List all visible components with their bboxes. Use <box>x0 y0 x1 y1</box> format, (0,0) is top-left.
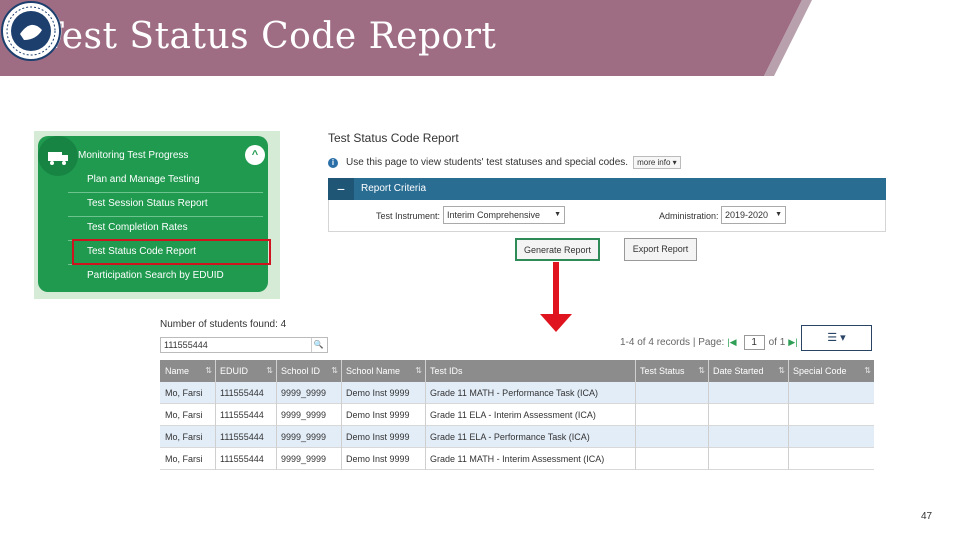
chevron-down-icon: ▼ <box>554 211 561 218</box>
collapse-criteria-icon[interactable]: − <box>328 178 354 200</box>
table-row[interactable]: Mo, Farsi 111555444 9999_9999 Demo Inst … <box>160 382 874 404</box>
report-criteria-body: Test Instrument: Interim Comprehensive ▼… <box>328 200 886 232</box>
menu-item-session-status[interactable]: Test Session Status Report <box>68 193 263 217</box>
down-arrow-icon <box>540 262 572 332</box>
cell-test-id: Grade 11 MATH - Performance Task (ICA) <box>430 388 599 398</box>
sort-icon[interactable]: ⇅ <box>331 360 338 382</box>
column-divider <box>425 360 426 470</box>
column-header-school-id[interactable]: School ID ⇅ <box>276 360 341 382</box>
column-divider <box>635 360 636 470</box>
export-report-button[interactable]: Export Report <box>624 238 697 261</box>
column-header-label: Name <box>165 366 190 376</box>
first-page-icon[interactable]: |◀ <box>727 337 736 348</box>
column-header-test-ids[interactable]: Test IDs <box>425 360 635 382</box>
column-header-label: Test IDs <box>430 366 463 376</box>
criteria-label: Report Criteria <box>361 183 427 194</box>
search-icon[interactable]: 🔍 <box>311 338 325 352</box>
cell-school-name: Demo Inst 9999 <box>346 454 410 464</box>
report-criteria-header[interactable]: − Report Criteria <box>328 178 886 200</box>
report-title: Test Status Code Report <box>328 131 459 145</box>
menu-screenshot: Monitoring Test Progress ^ Plan and Mana… <box>34 131 280 299</box>
column-header-label: EDUID <box>220 366 249 376</box>
cell-school-id: 9999_9999 <box>281 388 327 398</box>
table-row[interactable]: Mo, Farsi 111555444 9999_9999 Demo Inst … <box>160 448 874 470</box>
chevron-down-icon: ▼ <box>775 211 782 218</box>
columns-menu-button[interactable]: ☰ ▾ <box>801 325 872 351</box>
state-seal-icon <box>1 1 61 61</box>
highlight-box <box>72 239 271 265</box>
column-header-special-code[interactable]: Special Code ⇅ <box>788 360 874 382</box>
table-row[interactable]: Mo, Farsi 111555444 9999_9999 Demo Inst … <box>160 404 874 426</box>
column-header-name[interactable]: Name ⇅ <box>160 360 215 382</box>
table-row[interactable]: Mo, Farsi 111555444 9999_9999 Demo Inst … <box>160 426 874 448</box>
generate-report-button[interactable]: Generate Report <box>515 238 600 261</box>
info-row: i Use this page to view students' test s… <box>328 156 681 169</box>
info-text: Use this page to view students' test sta… <box>346 157 629 168</box>
cell-test-id: Grade 11 ELA - Interim Assessment (ICA) <box>430 410 596 420</box>
column-header-school-name[interactable]: School Name ⇅ <box>341 360 425 382</box>
sort-icon[interactable]: ⇅ <box>415 360 422 382</box>
cell-name: Mo, Farsi <box>165 432 203 442</box>
test-instrument-value: Interim Comprehensive <box>447 210 541 220</box>
search-value: 111555444 <box>164 340 208 350</box>
cell-school-name: Demo Inst 9999 <box>346 410 410 420</box>
column-divider <box>341 360 342 470</box>
cell-eduid: 111555444 <box>220 454 264 464</box>
column-header-date-started[interactable]: Date Started ⇅ <box>708 360 788 382</box>
administration-label: Administration: <box>659 211 719 221</box>
cell-school-id: 9999_9999 <box>281 410 327 420</box>
sort-icon[interactable]: ⇅ <box>266 360 273 382</box>
cell-name: Mo, Farsi <box>165 454 203 464</box>
column-header-label: Date Started <box>713 366 764 376</box>
cell-test-id: Grade 11 ELA - Performance Task (ICA) <box>430 432 590 442</box>
info-icon: i <box>328 157 338 168</box>
slide-header-banner: Test Status Code Report <box>0 0 960 76</box>
menu-heading: Monitoring Test Progress <box>78 150 189 161</box>
sort-icon[interactable]: ⇅ <box>778 360 785 382</box>
column-divider <box>276 360 277 470</box>
cell-school-id: 9999_9999 <box>281 454 327 464</box>
cell-name: Mo, Farsi <box>165 388 203 398</box>
more-info-button[interactable]: more info ▾ <box>633 156 681 169</box>
last-page-icon[interactable]: ▶| <box>788 337 797 348</box>
column-divider <box>215 360 216 470</box>
slide-page-number: 47 <box>921 511 933 522</box>
column-divider <box>708 360 709 470</box>
menu-item-plan-manage[interactable]: Plan and Manage Testing <box>68 169 263 193</box>
column-header-eduid[interactable]: EDUID ⇅ <box>215 360 276 382</box>
sort-icon[interactable]: ⇅ <box>698 360 705 382</box>
cell-name: Mo, Farsi <box>165 410 203 420</box>
of-pages-text: of 1 <box>768 336 786 348</box>
cell-test-id: Grade 11 MATH - Interim Assessment (ICA) <box>430 454 605 464</box>
column-header-label: School Name <box>346 366 401 376</box>
column-header-label: School ID <box>281 366 321 376</box>
menu-item-participation-search[interactable]: Participation Search by EDUID <box>68 265 263 289</box>
column-header-label: Test Status <box>640 366 685 376</box>
test-instrument-label: Test Instrument: <box>376 211 441 221</box>
test-instrument-select[interactable]: Interim Comprehensive ▼ <box>443 206 565 224</box>
cell-eduid: 111555444 <box>220 432 264 442</box>
pagination: 1-4 of 4 records | Page: |◀ 1 of 1 ▶| <box>620 334 801 350</box>
administration-select[interactable]: 2019-2020 ▼ <box>721 206 786 224</box>
column-divider <box>788 360 789 470</box>
cell-eduid: 111555444 <box>220 410 264 420</box>
cell-school-name: Demo Inst 9999 <box>346 432 410 442</box>
menu-item-completion-rates[interactable]: Test Completion Rates <box>68 217 263 241</box>
administration-value: 2019-2020 <box>725 210 769 220</box>
collapse-icon[interactable]: ^ <box>245 145 265 165</box>
slide-title: Test Status Code Report <box>40 16 497 57</box>
monitoring-menu: Monitoring Test Progress ^ Plan and Mana… <box>38 136 271 292</box>
results-table: Name ⇅ EDUID ⇅ School ID ⇅ School Name ⇅ Tes… <box>160 360 874 470</box>
student-count: Number of students found: 4 <box>160 319 287 330</box>
search-input[interactable]: 111555444 🔍 <box>160 337 328 353</box>
records-text: 1-4 of 4 records | Page: <box>620 336 725 348</box>
cell-eduid: 111555444 <box>220 388 264 398</box>
sort-icon[interactable]: ⇅ <box>864 360 871 382</box>
column-header-label: Special Code <box>793 366 847 376</box>
column-header-test-status[interactable]: Test Status ⇅ <box>635 360 708 382</box>
sort-icon[interactable]: ⇅ <box>205 360 212 382</box>
cell-school-name: Demo Inst 9999 <box>346 388 410 398</box>
cell-school-id: 9999_9999 <box>281 432 327 442</box>
page-input[interactable]: 1 <box>743 334 765 350</box>
